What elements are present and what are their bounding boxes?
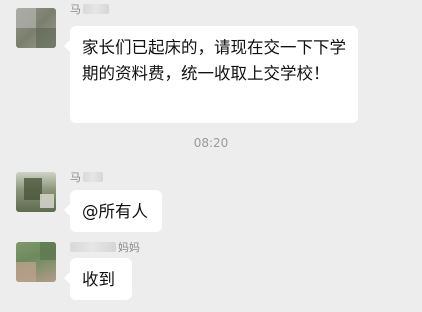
sender-name-text: 马 (70, 3, 81, 16)
blurred-name (70, 242, 116, 252)
avatar[interactable] (16, 242, 56, 282)
message-text: 家长们已起床的，请现在交一下下学期的资料费，统一收取上交学校！ (82, 38, 346, 83)
message-text: @所有人 (82, 202, 148, 221)
message-bubble[interactable]: 收到 (64, 258, 132, 300)
chat-window: 马 家长们已起床的，请现在交一下下学期的资料费，统一收取上交学校！ 08:20 … (0, 0, 422, 312)
sender-name: 马 (70, 170, 103, 184)
sender-name: 马 (70, 2, 109, 16)
message-bubble[interactable]: 家长们已起床的，请现在交一下下学期的资料费，统一收取上交学校！ (64, 26, 358, 123)
sender-name-text: 马 (70, 171, 81, 184)
message-text: 收到 (82, 270, 115, 289)
message-2: 马 @所有人 (0, 168, 422, 233)
blurred-name (83, 172, 103, 182)
blurred-name (83, 4, 109, 14)
sender-name-text: 妈妈 (118, 241, 140, 254)
avatar[interactable] (16, 8, 56, 48)
message-bubble[interactable]: @所有人 (64, 190, 162, 232)
message-1: 马 家长们已起床的，请现在交一下下学期的资料费，统一收取上交学校！ (0, 0, 422, 150)
avatar[interactable] (16, 172, 56, 212)
timestamp: 08:20 (193, 136, 229, 150)
message-3: 妈妈 收到 (0, 236, 422, 312)
sender-name: 妈妈 (70, 240, 140, 254)
